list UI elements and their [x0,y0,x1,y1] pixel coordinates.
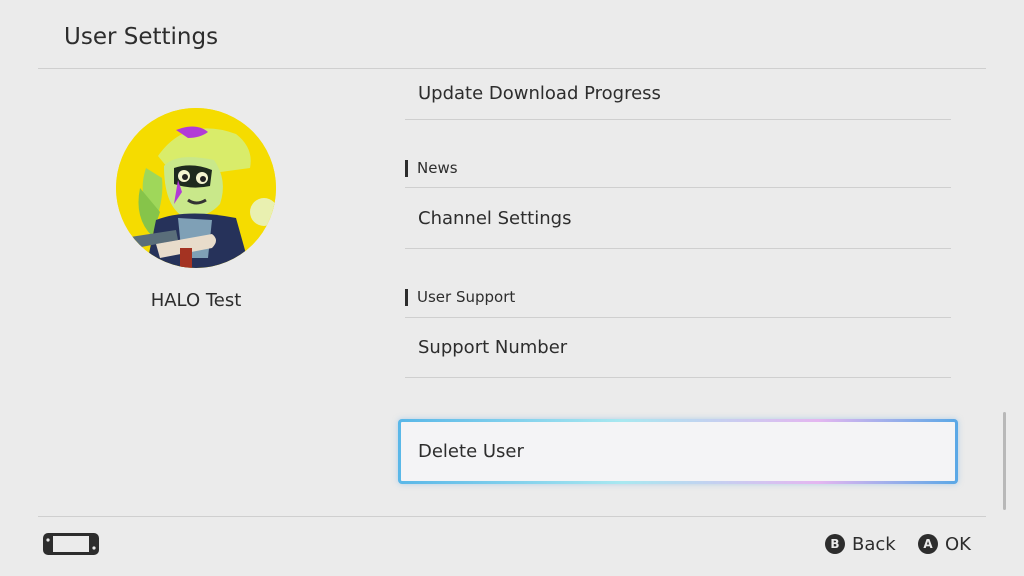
section-marker [405,288,408,306]
section-header-news: News [405,158,458,178]
back-hint[interactable]: B Back [825,532,896,556]
row-divider [405,187,951,188]
profile-username: HALO Test [150,290,242,311]
page-title: User Settings [64,24,219,50]
menu-item-label: Support Number [418,336,568,358]
row-divider [405,248,951,249]
back-label: Back [852,533,896,555]
menu-item-channel-settings[interactable]: Channel Settings [405,193,951,243]
section-label: User Support [417,288,516,306]
section-header-user-support: User Support [405,287,515,307]
ok-label: OK [945,533,971,555]
footer-divider [38,516,986,517]
row-divider [405,317,951,318]
menu-item-label: Update Download Progress [418,82,661,104]
scrollbar[interactable] [1003,412,1006,510]
delete-user-label: Delete User [418,441,524,462]
section-marker [405,159,408,177]
a-button-icon: A [918,534,938,554]
menu-item-label: Channel Settings [418,207,572,229]
b-button-icon: B [825,534,845,554]
menu-item-support-number[interactable]: Support Number [405,322,951,372]
section-label: News [417,159,458,177]
menu-item-update-download-progress[interactable]: Update Download Progress [405,68,951,118]
ok-hint[interactable]: A OK [918,532,971,556]
delete-user-button[interactable]: Delete User [398,419,958,484]
handheld-console-icon [42,532,100,560]
avatar [116,108,276,268]
row-divider [405,119,951,120]
row-divider [405,377,951,378]
